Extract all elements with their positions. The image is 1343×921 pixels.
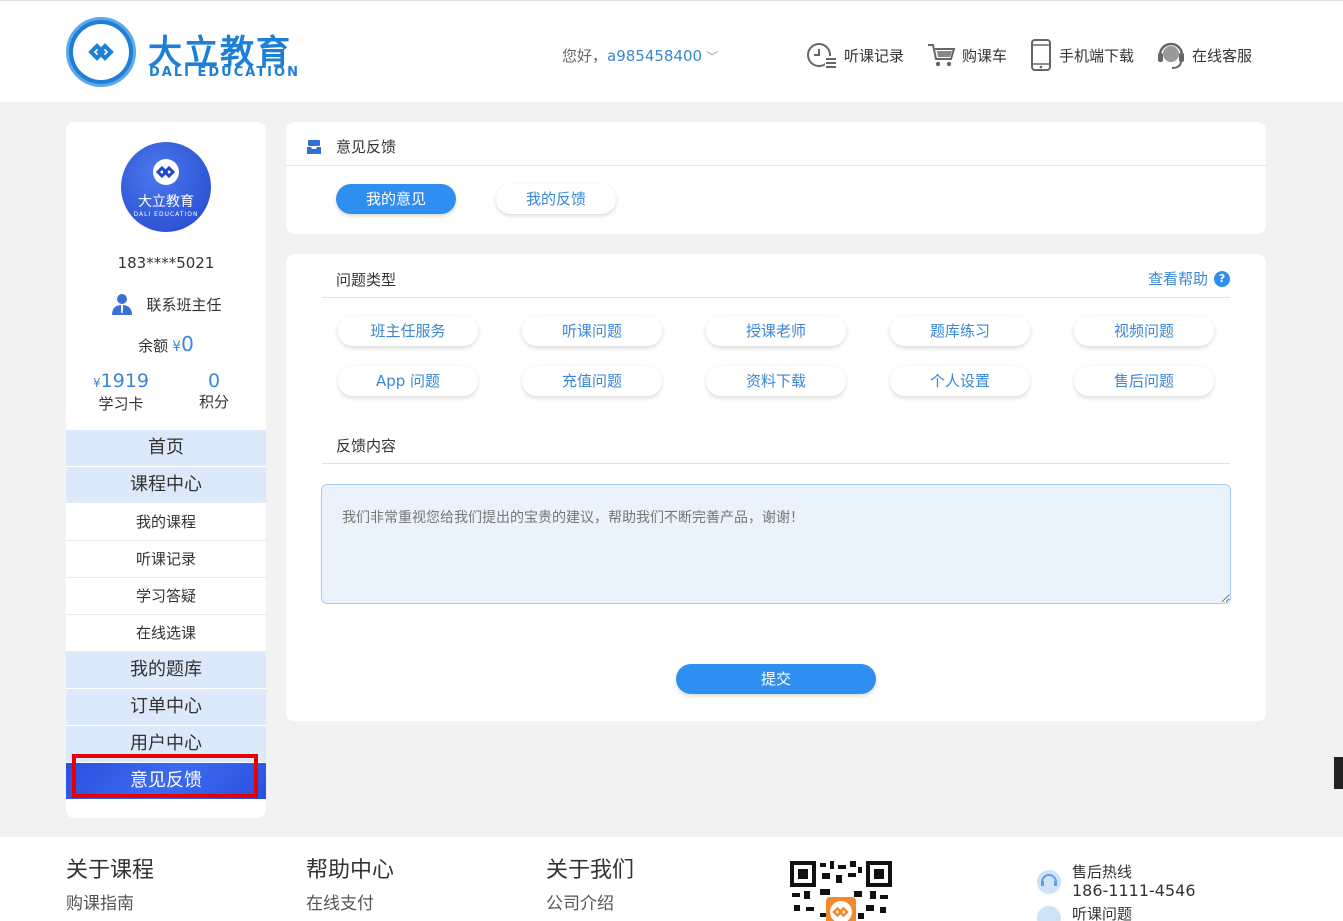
top-links: 听课记录 购课车 手机端下载 在线客服	[806, 39, 1274, 71]
top-link-service[interactable]: 在线客服	[1156, 39, 1252, 71]
type-chip[interactable]: App 问题	[338, 366, 478, 396]
top-link-mobile[interactable]: 手机端下载	[1029, 39, 1134, 71]
footer-heading: 关于我们	[546, 858, 635, 883]
page-title: 意见反馈	[336, 138, 397, 156]
divider	[286, 165, 1266, 166]
top-header: 大立教育 DALI EDUCATION 您好，a985458400 ﹀ 听课记录 …	[0, 0, 1343, 102]
balance: 余额 ¥0	[66, 332, 266, 356]
hotline2-label: 听课问题	[1072, 905, 1133, 921]
footer-heading: 关于课程	[66, 858, 155, 883]
contact-label: 联系班主任	[146, 295, 222, 314]
type-chip[interactable]: 听课问题	[522, 316, 662, 346]
sidebar-item-course-center[interactable]: 课程中心	[66, 467, 266, 504]
username[interactable]: a985458400	[607, 47, 702, 65]
sidebar-item-online-select[interactable]: 在线选课	[66, 615, 266, 652]
footer-col-about: 关于我们 公司介绍	[546, 857, 634, 914]
content-section-title: 反馈内容	[336, 437, 397, 455]
avatar-subtext: DALI EDUCATION	[133, 210, 199, 218]
cart-icon	[928, 44, 956, 67]
logo-subtext: DALI EDUCATION	[149, 65, 300, 80]
footer: 关于课程 购课指南 帮助中心 在线支付 关于我们 公司介绍 售后热线 186-1…	[0, 837, 1343, 921]
headset-icon	[1037, 906, 1061, 921]
type-section-title: 问题类型	[336, 271, 397, 289]
feedback-textarea[interactable]	[321, 484, 1231, 604]
user-icon	[112, 294, 133, 315]
top-link-label: 手机端下载	[1059, 46, 1135, 65]
sidebar-item-history[interactable]: 听课记录	[66, 541, 266, 578]
footer-heading: 帮助中心	[306, 858, 395, 883]
footer-col-courses: 关于课程 购课指南	[66, 857, 154, 914]
study-card-stat[interactable]: ¥1919 学习卡	[66, 370, 176, 414]
left-sidebar: 大立教育 DALI EDUCATION 183****5021 联系班主任 余额…	[66, 122, 266, 818]
footer-link[interactable]: 公司介绍	[546, 889, 634, 914]
help-link[interactable]: 查看帮助 ?	[1148, 268, 1230, 289]
points-stat[interactable]: 0 积分	[176, 370, 252, 414]
divider	[322, 297, 1230, 298]
top-link-label: 听课记录	[844, 46, 905, 65]
feedback-form-card: 问题类型 查看帮助 ? 班主任服务 听课问题 授课老师 题库练习 视频问题 Ap…	[286, 254, 1266, 721]
tab-my-feedback[interactable]: 我的反馈	[496, 184, 616, 214]
sidebar-item-question-bank[interactable]: 我的题库	[66, 652, 266, 689]
scrollbar-thumb[interactable]	[1334, 757, 1343, 789]
top-link-history[interactable]: 听课记录	[806, 39, 904, 71]
divider	[322, 463, 1230, 464]
top-link-label: 购课车	[962, 46, 1008, 65]
hotline-label: 售后热线	[1072, 863, 1133, 881]
balance-currency: ¥	[172, 339, 182, 355]
logo-icon	[153, 158, 179, 185]
avatar-text: 大立教育	[138, 193, 194, 210]
type-chip[interactable]: 视频问题	[1074, 316, 1214, 346]
top-link-label: 在线客服	[1192, 46, 1253, 65]
sidebar-item-orders[interactable]: 订单中心	[66, 689, 266, 726]
greeting-text: 您好，	[562, 47, 608, 65]
contact-teacher-link[interactable]: 联系班主任	[66, 292, 266, 316]
hotline: 售后热线 186-1111-4546 听课问题	[1036, 863, 1196, 921]
card-value: 1919	[100, 370, 149, 392]
sidebar-item-my-courses[interactable]: 我的课程	[66, 504, 266, 541]
headset-icon	[1158, 42, 1185, 69]
points-label: 积分	[198, 393, 229, 411]
history-icon	[807, 43, 837, 68]
footer-col-help: 帮助中心 在线支付	[306, 857, 394, 914]
help-label: 查看帮助	[1147, 270, 1208, 288]
headset-icon	[1037, 870, 1061, 894]
tab-my-suggestions[interactable]: 我的意见	[336, 184, 456, 214]
phone-icon	[1031, 39, 1052, 71]
balance-value: 0	[181, 332, 194, 356]
card-label: 学习卡	[98, 395, 144, 413]
balance-label: 余额	[138, 337, 169, 355]
inbox-icon	[307, 139, 321, 154]
highlight-box	[72, 754, 258, 798]
type-chip[interactable]: 个人设置	[890, 366, 1030, 396]
sidebar-nav: 首页 课程中心 我的课程 听课记录 学习答疑 在线选课 我的题库 订单中心 用户…	[66, 430, 266, 800]
hotline-number: 186-1111-4546	[1072, 881, 1196, 900]
points-value: 0	[207, 370, 221, 392]
submit-button[interactable]: 提交	[676, 664, 876, 694]
type-chip[interactable]: 充值问题	[522, 366, 662, 396]
user-stats: ¥1919 学习卡 0 积分	[66, 370, 266, 414]
card-currency: ¥	[93, 376, 101, 390]
logo-icon[interactable]	[66, 17, 136, 87]
qr-code-icon	[790, 861, 892, 921]
footer-link[interactable]: 购课指南	[66, 889, 154, 914]
user-phone: 183****5021	[117, 254, 215, 272]
chevron-down-icon[interactable]: ﹀	[706, 50, 718, 64]
top-link-cart[interactable]: 购课车	[926, 39, 1007, 71]
type-chip[interactable]: 授课老师	[706, 316, 846, 346]
question-icon: ?	[1214, 270, 1230, 287]
sidebar-item-qa[interactable]: 学习答疑	[66, 578, 266, 615]
type-chip[interactable]: 班主任服务	[338, 316, 478, 346]
type-chip[interactable]: 售后问题	[1074, 366, 1214, 396]
user-greeting[interactable]: 您好，a985458400 ﹀	[562, 45, 718, 66]
feedback-header-card: 意见反馈 我的意见 我的反馈	[286, 122, 1266, 234]
type-chip[interactable]: 资料下载	[706, 366, 846, 396]
section-title: 意见反馈	[306, 136, 396, 157]
sidebar-item-home[interactable]: 首页	[66, 430, 266, 467]
type-chip[interactable]: 题库练习	[890, 316, 1030, 346]
footer-link[interactable]: 在线支付	[306, 889, 394, 914]
avatar[interactable]: 大立教育 DALI EDUCATION	[121, 142, 211, 232]
